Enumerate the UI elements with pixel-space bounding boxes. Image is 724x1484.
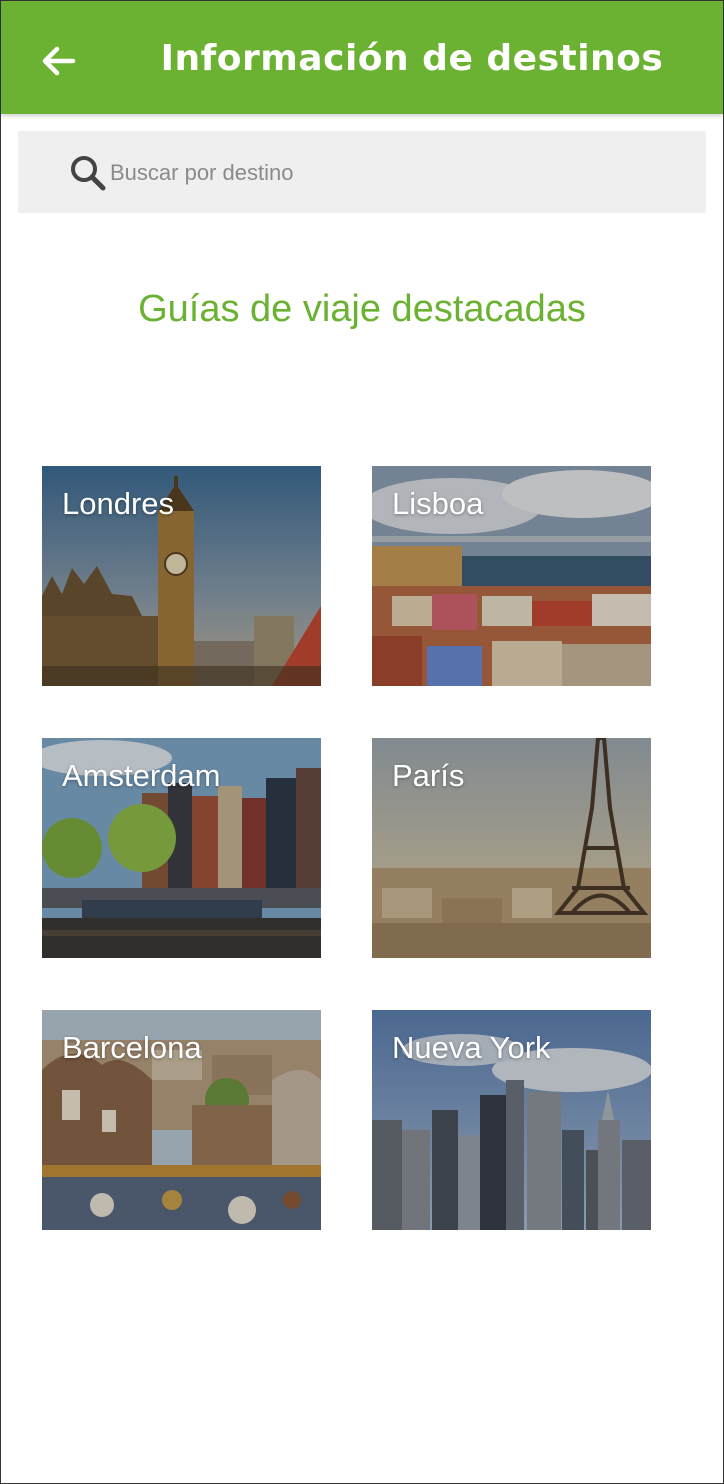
back-button[interactable]	[37, 39, 81, 83]
app-bar: Información de destinos	[1, 1, 723, 114]
city-card-lisboa[interactable]: Lisboa	[372, 466, 651, 686]
page-title: Información de destinos	[160, 38, 664, 79]
city-card-londres[interactable]: Londres	[42, 466, 321, 686]
search-input[interactable]	[108, 151, 672, 195]
city-card-paris[interactable]: París	[372, 738, 651, 958]
city-name: Amsterdam	[62, 758, 221, 793]
search-bar[interactable]	[18, 131, 706, 213]
search-icon	[71, 156, 106, 191]
arrow-left-icon	[42, 46, 76, 76]
city-name: Barcelona	[62, 1030, 202, 1065]
featured-guides-title: Guías de viaje destacadas	[138, 288, 586, 330]
city-card-barcelona[interactable]: Barcelona	[42, 1010, 321, 1230]
city-card-amsterdam[interactable]: Amsterdam	[42, 738, 321, 958]
city-name: París	[392, 758, 465, 793]
city-name: Lisboa	[392, 486, 484, 521]
city-name: Nueva York	[392, 1030, 551, 1065]
city-name: Londres	[62, 486, 175, 521]
city-card-nueva-york[interactable]: Nueva York	[372, 1010, 651, 1230]
